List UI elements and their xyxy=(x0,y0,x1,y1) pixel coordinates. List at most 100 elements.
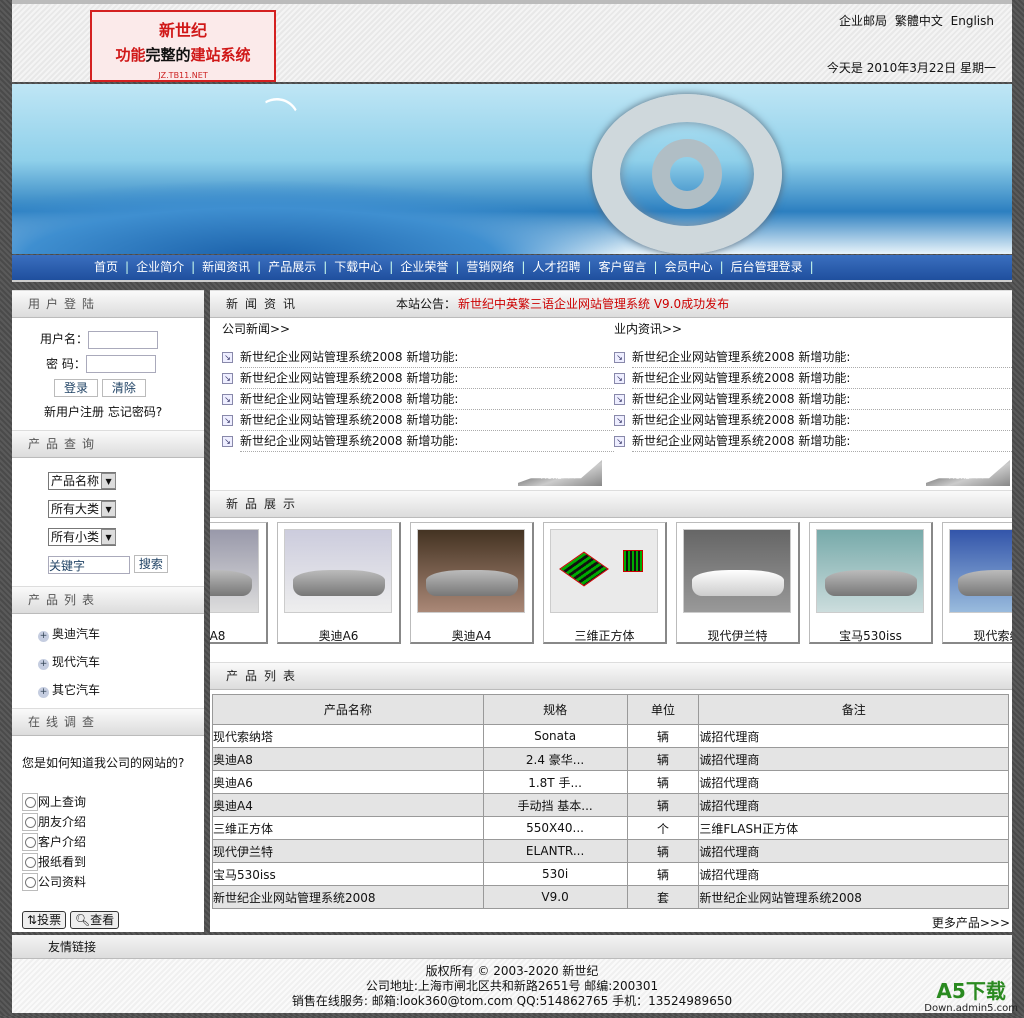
table-row: 奥迪A4 手动挡 基本... 辆诚招代理商 xyxy=(212,793,1009,817)
survey-option[interactable]: 公司资料 xyxy=(22,873,204,891)
product-image[interactable] xyxy=(284,529,392,613)
link-traditional[interactable]: 繁體中文 xyxy=(895,14,943,28)
car-graphic xyxy=(210,570,252,596)
news-item[interactable]: ↘ 新世纪企业网站管理系统2008 新增功能: xyxy=(614,410,1012,431)
nav-item[interactable]: 会员中心 xyxy=(665,260,713,274)
login-button[interactable]: 登录 xyxy=(54,379,99,397)
survey-option[interactable]: 客户介绍 xyxy=(22,833,204,851)
product-name-cell[interactable]: 奥迪A8 xyxy=(212,747,484,771)
product-caption[interactable]: 三维正方体 xyxy=(544,627,665,644)
register-link[interactable]: 新用户注册 xyxy=(44,405,104,419)
product-category[interactable]: + 奥迪汽车 xyxy=(38,625,204,642)
radio-button[interactable] xyxy=(22,793,38,811)
nav-item[interactable]: 客户留言 xyxy=(599,260,647,274)
nav-item[interactable]: 企业简介 xyxy=(136,260,184,274)
password-input[interactable] xyxy=(85,355,156,373)
car-graphic xyxy=(426,570,518,596)
news-item-title: 新世纪企业网站管理系统2008 新增功能: xyxy=(632,413,851,427)
arrow-icon: ↘ xyxy=(222,415,233,426)
product-name-cell[interactable]: 新世纪企业网站管理系统2008 xyxy=(212,885,484,909)
product-card[interactable]: 奥迪A8 xyxy=(210,522,268,644)
news-item[interactable]: ↘ 新世纪企业网站管理系统2008 新增功能: xyxy=(614,368,1012,389)
survey-option[interactable]: 网上查询 xyxy=(22,793,204,811)
vote-button[interactable]: ⇅投票 xyxy=(22,910,67,929)
subcategory-select[interactable]: 所有小类 ▼ xyxy=(48,528,117,546)
nav-item[interactable]: 新闻资讯 xyxy=(202,260,250,274)
news-item[interactable]: ↘ 新世纪企业网站管理系统2008 新增功能: xyxy=(222,431,614,452)
more-products-link[interactable]: 更多产品>>> xyxy=(932,914,1010,931)
clear-button[interactable]: 清除 xyxy=(101,379,146,397)
product-card[interactable]: 宝马530iss xyxy=(809,522,933,644)
product-caption[interactable]: 现代索纳塔 xyxy=(943,627,1012,644)
plus-icon: + xyxy=(38,686,49,698)
product-name-cell[interactable]: 现代索纳塔 xyxy=(212,724,484,748)
news-item[interactable]: ↘ 新世纪企业网站管理系统2008 新增功能: xyxy=(614,347,1012,368)
link-english[interactable]: English xyxy=(951,14,994,28)
product-image[interactable] xyxy=(949,529,1012,613)
company-news-title[interactable]: 公司新闻>> xyxy=(222,320,614,337)
search-button[interactable]: 搜索 xyxy=(133,555,168,573)
product-card[interactable]: 现代索纳塔 xyxy=(942,522,1012,644)
news-item[interactable]: ↘ 新世纪企业网站管理系统2008 新增功能: xyxy=(222,389,614,410)
category-select[interactable]: 所有大类 ▼ xyxy=(48,500,117,518)
news-item[interactable]: ↘ 新世纪企业网站管理系统2008 新增功能: xyxy=(222,347,614,368)
product-card[interactable]: 三维正方体 xyxy=(543,522,667,644)
product-image[interactable] xyxy=(816,529,924,613)
unit-cell: 辆 xyxy=(626,724,700,748)
product-caption[interactable]: 奥迪A8 xyxy=(210,627,266,644)
product-name-cell[interactable]: 宝马530iss xyxy=(212,862,484,886)
product-name-cell[interactable]: 现代伊兰特 xyxy=(212,839,484,863)
industry-news-more[interactable]: MORE>>> xyxy=(926,460,1010,486)
keyword-input[interactable]: 关键字 xyxy=(48,555,130,574)
unit-cell: 辆 xyxy=(626,862,700,886)
product-card[interactable]: 奥迪A6 xyxy=(277,522,401,644)
survey-option[interactable]: 报纸看到 xyxy=(22,853,204,871)
product-caption[interactable]: 现代伊兰特 xyxy=(677,627,798,644)
nav-item[interactable]: 营销网络 xyxy=(466,260,514,274)
news-item[interactable]: ↘ 新世纪企业网站管理系统2008 新增功能: xyxy=(614,389,1012,410)
industry-news-title[interactable]: 业内资讯>> xyxy=(614,320,1012,337)
product-category[interactable]: + 其它汽车 xyxy=(38,681,204,698)
at-sign-inner xyxy=(652,139,722,209)
column-header: 产品名称 xyxy=(212,694,484,725)
forgot-password-link[interactable]: 忘记密码? xyxy=(108,405,162,419)
radio-button[interactable] xyxy=(22,853,38,871)
news-item[interactable]: ↘ 新世纪企业网站管理系统2008 新增功能: xyxy=(614,431,1012,452)
product-card[interactable]: 奥迪A4 xyxy=(410,522,534,644)
nav-item[interactable]: 后台管理登录 xyxy=(731,260,803,274)
search-title: 产品查询 xyxy=(12,430,204,458)
news-item[interactable]: ↘ 新世纪企业网站管理系统2008 新增功能: xyxy=(222,368,614,389)
product-image[interactable] xyxy=(417,529,525,613)
product-name-cell[interactable]: 奥迪A4 xyxy=(212,793,484,817)
product-card[interactable]: 现代伊兰特 xyxy=(676,522,800,644)
radio-button[interactable] xyxy=(22,813,38,831)
product-image[interactable] xyxy=(210,529,259,613)
product-caption[interactable]: 奥迪A6 xyxy=(278,627,399,644)
product-name-cell[interactable]: 奥迪A6 xyxy=(212,770,484,794)
product-category[interactable]: + 现代汽车 xyxy=(38,653,204,670)
product-name-cell[interactable]: 三维正方体 xyxy=(212,816,484,840)
nav-item[interactable]: 企业荣誉 xyxy=(400,260,448,274)
news-item-title: 新世纪企业网站管理系统2008 新增功能: xyxy=(632,350,851,364)
site-logo[interactable]: 新世纪 功能完整的建站系统 JZ.TB11.NET xyxy=(90,10,276,82)
product-field-select[interactable]: 产品名称 ▼ xyxy=(48,472,117,490)
company-news-more[interactable]: MORE>>> xyxy=(518,460,602,486)
notice-text[interactable]: 新世纪中英繁三语企业网站管理系统 V9.0成功发布 xyxy=(458,291,729,318)
nav-separator: | xyxy=(719,260,724,274)
nav-item[interactable]: 产品展示 xyxy=(268,260,316,274)
product-image[interactable] xyxy=(550,529,658,613)
username-input[interactable] xyxy=(88,330,159,349)
view-results-button[interactable]: 🔍︎查看 xyxy=(69,910,120,929)
radio-button[interactable] xyxy=(22,833,38,851)
product-caption[interactable]: 奥迪A4 xyxy=(411,627,532,644)
survey-option[interactable]: 朋友介绍 xyxy=(22,813,204,831)
nav-item[interactable]: 下载中心 xyxy=(334,260,382,274)
seagull-icon: ⌒ xyxy=(256,92,300,140)
nav-item[interactable]: 首页 xyxy=(94,260,118,274)
product-caption[interactable]: 宝马530iss xyxy=(810,627,931,644)
product-image[interactable] xyxy=(683,529,791,613)
nav-item[interactable]: 人才招聘 xyxy=(532,260,580,274)
radio-button[interactable] xyxy=(22,873,38,891)
link-mail[interactable]: 企业邮局 xyxy=(839,14,887,28)
news-item[interactable]: ↘ 新世纪企业网站管理系统2008 新增功能: xyxy=(222,410,614,431)
